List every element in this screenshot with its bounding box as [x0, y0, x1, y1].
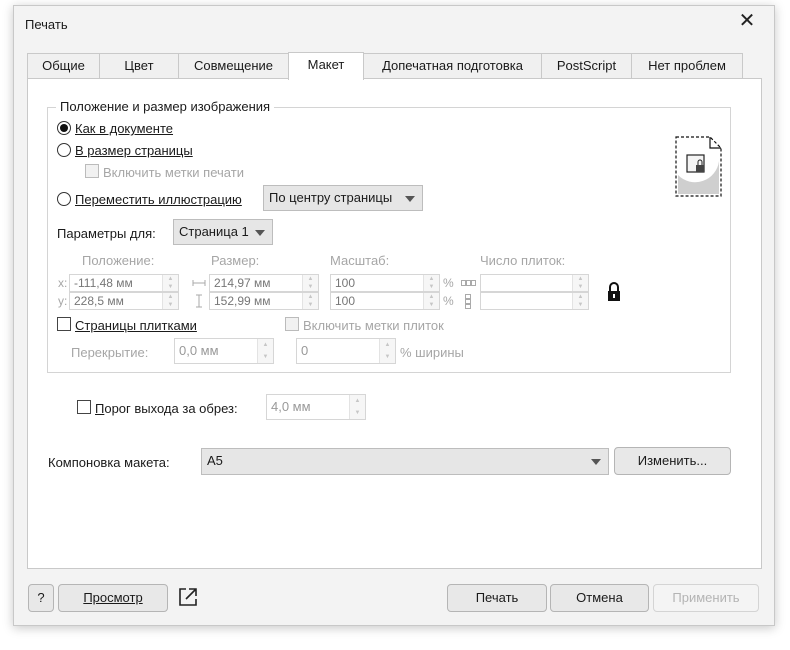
print-button[interactable]: Печать	[447, 584, 547, 612]
overlap-percent-input[interactable]: 0 ▲ ▼	[296, 338, 396, 364]
include-print-marks-label: Включить метки печати	[103, 165, 244, 180]
external-preview-icon[interactable]	[177, 586, 199, 608]
scale-x-percent: %	[443, 276, 454, 290]
window-title: Печать	[25, 17, 68, 32]
overlap-percent-value: 0	[301, 343, 309, 358]
overlap-input[interactable]: 0,0 мм ▲ ▼	[174, 338, 274, 364]
include-tile-marks-label: Включить метки плиток	[303, 318, 444, 333]
overlap-percent-spinner[interactable]: ▲ ▼	[379, 339, 395, 363]
tiles-horizontal-input[interactable]: ▲ ▼	[480, 274, 589, 292]
height-value: 152,99 мм	[214, 294, 271, 308]
bleed-limit-input[interactable]: 4,0 мм ▲ ▼	[266, 394, 366, 420]
params-page-select[interactable]: Страница 1	[173, 219, 273, 245]
scale-y-spinner[interactable]: ▲ ▼	[423, 293, 439, 309]
tiles-vertical-spinner[interactable]: ▲ ▼	[572, 293, 588, 309]
tile-pages-checkbox[interactable]	[57, 317, 71, 331]
tiles-vertical-input[interactable]: ▲ ▼	[480, 292, 589, 310]
bleed-limit-label: Порог выхода за обрез:	[95, 401, 238, 416]
scale-y-input[interactable]: 100 ▲ ▼	[330, 292, 440, 310]
tab-separations[interactable]: Совмещение	[178, 53, 289, 78]
size-header: Размер:	[211, 253, 260, 268]
width-icon	[192, 280, 206, 286]
scale-x-spinner[interactable]: ▲ ▼	[423, 275, 439, 291]
layout-value: A5	[207, 453, 223, 468]
tiles-vertical-icon	[465, 294, 471, 309]
height-icon	[196, 294, 202, 308]
height-spinner[interactable]: ▲ ▼	[302, 293, 318, 309]
move-position-value: По центру страницы	[269, 190, 393, 205]
layout-label: Компоновка макета:	[48, 455, 170, 470]
width-input[interactable]: 214,97 мм ▲ ▼	[209, 274, 319, 292]
position-header: Положение:	[82, 253, 155, 268]
close-icon[interactable]: ✕	[736, 10, 758, 32]
x-position-value: -111,48 мм	[74, 276, 133, 290]
tiles-horizontal-icon	[461, 280, 476, 286]
tab-issues[interactable]: Нет проблем	[631, 53, 743, 78]
x-position-input[interactable]: -111,48 мм ▲ ▼	[69, 274, 179, 292]
include-print-marks-checkbox[interactable]	[85, 164, 99, 178]
bleed-limit-checkbox[interactable]	[77, 400, 91, 414]
width-spinner[interactable]: ▲ ▼	[302, 275, 318, 291]
scale-y-value: 100	[335, 294, 356, 308]
width-value: 214,97 мм	[214, 276, 271, 290]
y-position-spinner[interactable]: ▲ ▼	[162, 293, 178, 309]
layout-select[interactable]: A5	[201, 448, 609, 475]
radio-move-illustration[interactable]	[57, 192, 71, 206]
move-position-select[interactable]: По центру страницы	[263, 185, 423, 211]
chevron-down-icon	[591, 459, 601, 465]
bleed-limit-value: 4,0 мм	[271, 399, 311, 414]
tab-general[interactable]: Общие	[27, 53, 100, 78]
overlap-spinner[interactable]: ▲ ▼	[257, 339, 273, 363]
tile-pages-label: Страницы плитками	[75, 318, 197, 333]
params-for-label: Параметры для:	[57, 226, 156, 241]
help-button[interactable]: ?	[28, 584, 54, 612]
tab-prepress[interactable]: Допечатная подготовка	[363, 53, 542, 78]
overlap-value: 0,0 мм	[179, 343, 219, 358]
page-preview-icon	[675, 136, 722, 197]
tab-postscript[interactable]: PostScript	[541, 53, 632, 78]
group-legend: Положение и размер изображения	[56, 99, 275, 114]
x-position-spinner[interactable]: ▲ ▼	[162, 275, 178, 291]
change-layout-button[interactable]: Изменить...	[614, 447, 731, 475]
tiles-horizontal-spinner[interactable]: ▲ ▼	[572, 275, 588, 291]
cancel-button[interactable]: Отмена	[550, 584, 649, 612]
scale-x-value: 100	[335, 276, 356, 290]
y-position-input[interactable]: 228,5 мм ▲ ▼	[69, 292, 179, 310]
radio-as-document[interactable]	[57, 121, 71, 135]
chevron-down-icon	[255, 230, 265, 236]
scale-header: Масштаб:	[330, 253, 390, 268]
radio-fit-page[interactable]	[57, 143, 71, 157]
radio-fit-page-label: В размер страницы	[75, 143, 193, 158]
radio-move-label: Переместить иллюстрацию	[75, 192, 242, 207]
overlap-label: Перекрытие:	[71, 345, 149, 360]
y-label: y:	[58, 294, 68, 308]
scale-x-input[interactable]: 100 ▲ ▼	[330, 274, 440, 292]
preview-button-label: Просмотр	[83, 590, 143, 605]
radio-as-document-label: Как в документе	[75, 121, 174, 136]
y-position-value: 228,5 мм	[74, 294, 124, 308]
include-tile-marks-checkbox[interactable]	[285, 317, 299, 331]
preview-button[interactable]: Просмотр	[58, 584, 168, 612]
chevron-down-icon	[405, 196, 415, 202]
percent-width-label: % ширины	[400, 345, 464, 360]
bleed-limit-spinner[interactable]: ▲ ▼	[349, 395, 365, 419]
tab-color[interactable]: Цвет	[99, 53, 179, 78]
params-page-value: Страница 1	[179, 224, 249, 239]
height-input[interactable]: 152,99 мм ▲ ▼	[209, 292, 319, 310]
lock-icon[interactable]	[606, 281, 622, 302]
x-label: x:	[58, 276, 68, 290]
scale-y-percent: %	[443, 294, 454, 308]
apply-button[interactable]: Применить	[653, 584, 759, 612]
tiles-header: Число плиток:	[480, 253, 566, 268]
tab-layout[interactable]: Макет	[288, 52, 364, 80]
